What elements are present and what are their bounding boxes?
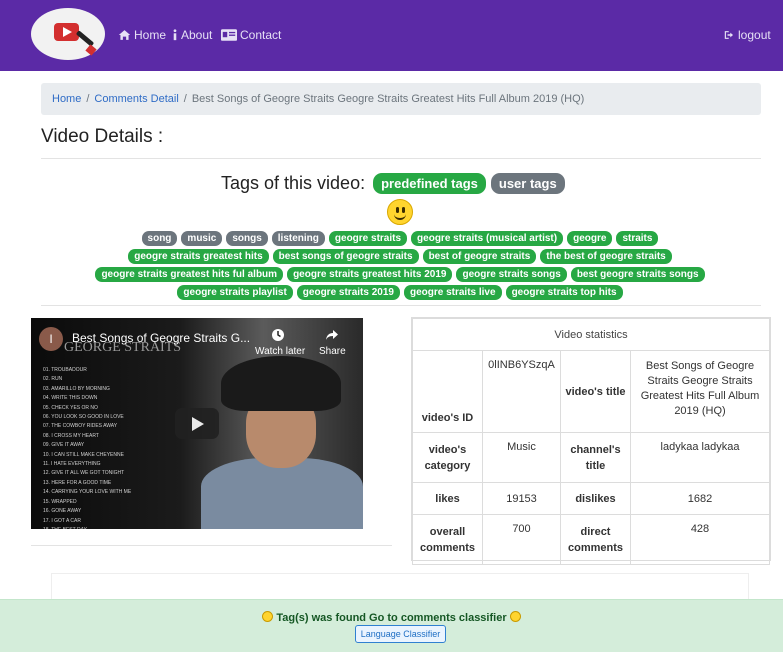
logout-icon bbox=[724, 31, 734, 39]
dislikes-value: 1682 bbox=[630, 482, 770, 515]
video-statistics-table: Video statistics video's ID 0lINB6YSzqA … bbox=[411, 317, 771, 565]
overall-comments-value: 700 bbox=[482, 514, 561, 565]
classifier-alert: Tag(s) was found Go to comments classifi… bbox=[0, 599, 783, 652]
user-tag: song bbox=[141, 231, 178, 246]
nav-contact-label: Contact bbox=[240, 28, 282, 42]
predefined-tag: geogre bbox=[567, 231, 613, 246]
breadcrumb-comments-detail[interactable]: Comments Detail bbox=[94, 93, 178, 105]
play-icon bbox=[54, 23, 79, 41]
smiley-icon bbox=[387, 199, 413, 225]
channel-value: ladykaa ladykaa bbox=[630, 432, 770, 483]
tracklist-item: 11. I HATE EVERYTHING bbox=[43, 461, 101, 468]
predefined-tag: best songs of geogre straits bbox=[272, 249, 419, 264]
predefined-tag: geogre straits greatest hits 2019 bbox=[287, 267, 453, 282]
predefined-tag: best of geogre straits bbox=[422, 249, 537, 264]
user-tags-badge[interactable]: user tags bbox=[490, 173, 565, 194]
video-player[interactable]: GEORGE STRAITS 01. TROUBADOUR 02. RUN 03. … bbox=[31, 318, 363, 529]
divider bbox=[41, 305, 761, 306]
video-title-label: video's title bbox=[560, 350, 631, 433]
tracklist-item: 05. CHECK YES OR NO bbox=[43, 404, 98, 411]
user-tag: songs bbox=[226, 231, 268, 246]
tracklist-item: 12. GIVE IT ALL WE GOT TONIGHT bbox=[43, 470, 125, 477]
tracklist-item: 13. HERE FOR A GOOD TIME bbox=[43, 479, 112, 486]
channel-label: channel's title bbox=[560, 432, 631, 483]
tracklist-item: 08. I CROSS MY HEART bbox=[43, 432, 99, 439]
nav-home-link[interactable]: Home bbox=[118, 28, 166, 42]
user-tag: listening bbox=[271, 231, 325, 246]
tracklist-item: 18. THE BEST DAY bbox=[43, 526, 131, 529]
tracklist-item: 06. YOU LOOK SO GOOD IN LOVE bbox=[43, 414, 124, 421]
likes-value: 19153 bbox=[482, 482, 561, 515]
tracklist-item: 14. CARRYING YOUR LOVE WITH ME bbox=[43, 489, 132, 496]
direct-comments-value: 428 bbox=[630, 514, 770, 565]
tracklist-item: 04. WRITE THIS DOWN bbox=[43, 395, 98, 402]
breadcrumb-home[interactable]: Home bbox=[52, 93, 81, 105]
nav-contact-link[interactable]: Contact bbox=[221, 28, 281, 42]
language-classifier-button[interactable]: Language Classifier bbox=[355, 625, 446, 643]
predefined-tag: geogre straits (musical artist) bbox=[411, 231, 564, 246]
channel-avatar[interactable]: I bbox=[39, 327, 63, 351]
share-icon[interactable] bbox=[325, 328, 339, 342]
video-title[interactable]: Best Songs of Geogre Straits G... bbox=[72, 331, 250, 345]
tracklist-item: 07. THE COWBOY RIDES AWAY bbox=[43, 423, 118, 430]
watch-later-button[interactable]: Watch later bbox=[255, 346, 305, 357]
smiley-icon bbox=[262, 611, 274, 622]
category-label: video's category bbox=[412, 432, 483, 483]
nav-about-label: About bbox=[181, 28, 213, 42]
app-logo[interactable] bbox=[31, 8, 105, 60]
predefined-tag: geogre straits live bbox=[403, 285, 502, 300]
table-caption: Video statistics bbox=[412, 318, 770, 351]
page-title: Video Details : bbox=[41, 126, 164, 147]
alert-message: Tag(s) was found Go to comments classifi… bbox=[276, 612, 507, 624]
predefined-tag: geogre straits top hits bbox=[505, 285, 623, 300]
id-card-icon bbox=[221, 29, 237, 41]
home-icon bbox=[118, 30, 131, 40]
logout-link[interactable]: logout bbox=[724, 28, 771, 42]
share-button[interactable]: Share bbox=[319, 346, 346, 357]
breadcrumb: Home / Comments Detail / Best Songs of Geogr… bbox=[41, 83, 761, 115]
tag-list: song music songs listening geogre straits geo… bbox=[76, 231, 724, 300]
tracklist-item: 02. RUN bbox=[43, 376, 63, 383]
category-value: Music bbox=[482, 432, 561, 483]
predefined-tag: geogre straits songs bbox=[456, 267, 567, 282]
predefined-tag: the best of geogre straits bbox=[540, 249, 672, 264]
divider bbox=[41, 158, 761, 159]
tracklist-item: 17. I GOT A CAR bbox=[43, 517, 81, 524]
video-title-value: Best Songs of Geogre Straits Geogre Stra… bbox=[630, 350, 770, 433]
predefined-tag: geogre straits greatest hits bbox=[128, 249, 269, 264]
overall-comments-label: overall comments bbox=[412, 514, 483, 565]
user-tag: music bbox=[181, 231, 223, 246]
tracklist-item: 10. I CAN STILL MAKE CHEYENNE bbox=[43, 451, 124, 458]
dislikes-label: dislikes bbox=[560, 482, 631, 515]
nav-about-link[interactable]: About bbox=[172, 28, 212, 42]
play-button[interactable] bbox=[175, 408, 219, 439]
tracklist-item: 09. GIVE IT AWAY bbox=[43, 442, 85, 449]
video-id-value: 0lINB6YSzqA bbox=[482, 350, 561, 433]
divider bbox=[31, 545, 392, 546]
video-tracklist: 01. TROUBADOUR 02. RUN 03. AMARILLO BY MOR… bbox=[43, 366, 131, 529]
smiley-icon bbox=[509, 611, 521, 622]
predefined-tag: geogre straits bbox=[328, 231, 408, 246]
predefined-tag: geogre straits playlist bbox=[177, 285, 293, 300]
predefined-tag: geogre straits 2019 bbox=[296, 285, 400, 300]
tags-heading: Tags of this video: predefined tags user… bbox=[221, 173, 565, 194]
clock-icon[interactable] bbox=[271, 328, 285, 342]
tracklist-item: 01. TROUBADOUR bbox=[43, 367, 87, 373]
tags-heading-label: Tags of this video: bbox=[221, 173, 366, 193]
predefined-tags-badge[interactable]: predefined tags bbox=[373, 173, 486, 194]
video-id-label: video's ID bbox=[412, 350, 483, 433]
likes-label: likes bbox=[412, 482, 483, 515]
breadcrumb-current: Best Songs of Geogre Straits Geogre Stra… bbox=[191, 93, 585, 105]
predefined-tag: straits bbox=[616, 231, 659, 246]
predefined-tag: best geogre straits songs bbox=[570, 267, 705, 282]
tracklist-item: 16. GONE AWAY bbox=[43, 508, 82, 515]
direct-comments-label: direct comments bbox=[560, 514, 631, 565]
logout-label: logout bbox=[738, 28, 771, 42]
nav-home-label: Home bbox=[134, 28, 167, 42]
info-icon bbox=[173, 29, 177, 41]
navbar: Home About Contact logout bbox=[0, 0, 783, 71]
tracklist-item: 03. AMARILLO BY MORNING bbox=[43, 385, 110, 392]
tracklist-item: 15. WRAPPED bbox=[43, 498, 77, 505]
predefined-tag: geogre straits greatest hits ful album bbox=[95, 267, 284, 282]
